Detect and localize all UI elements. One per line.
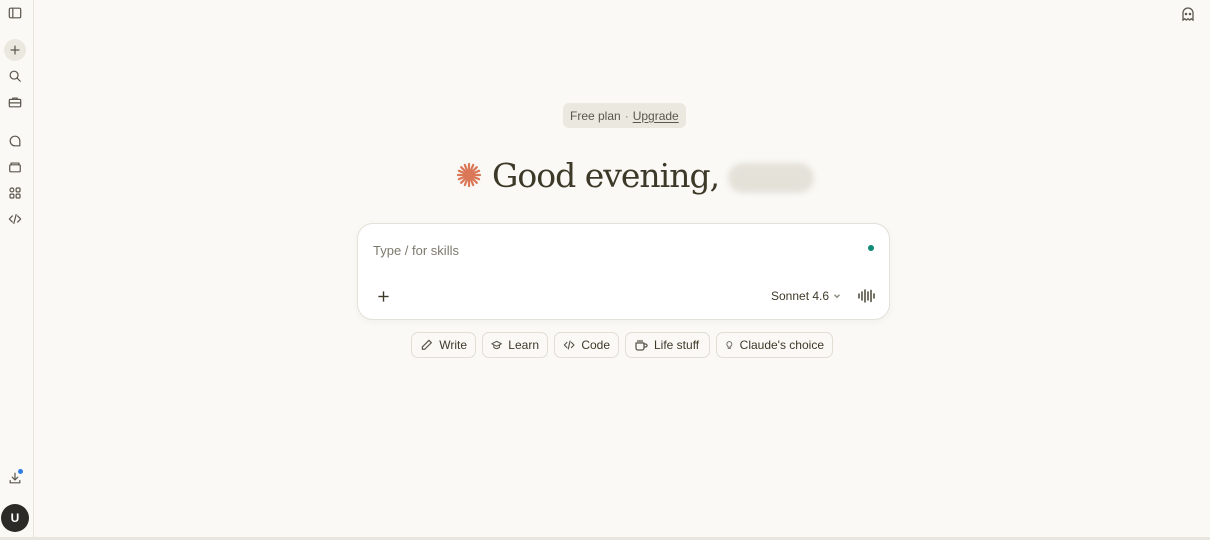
voice-mode-button[interactable]: [856, 286, 876, 306]
chip-claudes-choice[interactable]: Claude's choice: [716, 332, 833, 358]
chip-label: Claude's choice: [739, 338, 824, 352]
chip-label: Life stuff: [654, 338, 700, 352]
incognito-button[interactable]: [1179, 5, 1197, 23]
download-app-button[interactable]: [4, 467, 26, 489]
archive-box-icon: [9, 162, 21, 173]
plan-badge: Free plan · Upgrade: [563, 103, 686, 128]
coffee-cup-icon: [635, 339, 648, 351]
plus-icon: [10, 45, 20, 55]
model-label: Sonnet 4.6: [771, 289, 830, 303]
user-name-redacted: [728, 163, 815, 193]
sidebar: U: [0, 0, 34, 537]
chip-label: Code: [581, 338, 610, 352]
audio-waveform-icon: [857, 289, 875, 303]
new-chat-button[interactable]: [4, 39, 26, 61]
sidebar-toggle-icon: [8, 7, 22, 19]
claude-logo-icon: [456, 162, 482, 188]
sidebar-toggle-button[interactable]: [4, 2, 26, 24]
chats-button[interactable]: [4, 130, 26, 152]
pencil-icon: [421, 339, 432, 350]
search-button[interactable]: [4, 65, 26, 87]
notification-dot: [17, 468, 24, 475]
status-dot: [868, 245, 874, 251]
plan-label: Free plan: [570, 108, 621, 123]
lightbulb-icon: [726, 341, 733, 349]
projects-button[interactable]: [4, 156, 26, 178]
graduation-cap-icon: [491, 340, 503, 350]
model-selector[interactable]: Sonnet 4.6: [771, 286, 841, 306]
plus-icon: [377, 290, 389, 302]
upgrade-link[interactable]: Upgrade: [633, 109, 679, 123]
chip-write[interactable]: Write: [411, 332, 476, 358]
message-composer: Sonnet 4.6: [357, 223, 890, 320]
chip-label: Write: [439, 338, 467, 352]
search-icon: [9, 70, 21, 82]
message-input[interactable]: [373, 240, 853, 260]
avatar[interactable]: U: [1, 504, 29, 532]
greeting: Good evening,: [455, 152, 815, 198]
plan-separator: ·: [624, 108, 629, 123]
artifacts-button[interactable]: [4, 182, 26, 204]
chevron-down-icon: [834, 294, 841, 299]
attach-button[interactable]: [372, 285, 394, 307]
code-icon: [563, 340, 575, 350]
code-button[interactable]: [4, 208, 26, 230]
greeting-text: Good evening,: [492, 155, 720, 195]
customize-button[interactable]: [4, 91, 26, 113]
chip-label: Learn: [508, 338, 539, 352]
chip-learn[interactable]: Learn: [482, 332, 548, 358]
code-icon: [8, 214, 22, 224]
chip-life-stuff[interactable]: Life stuff: [625, 332, 710, 358]
incognito-icon: [1182, 7, 1194, 22]
chip-code[interactable]: Code: [554, 332, 619, 358]
toolbox-icon: [8, 97, 22, 108]
chat-bubble-icon: [9, 135, 21, 147]
apps-grid-icon: [9, 187, 21, 199]
